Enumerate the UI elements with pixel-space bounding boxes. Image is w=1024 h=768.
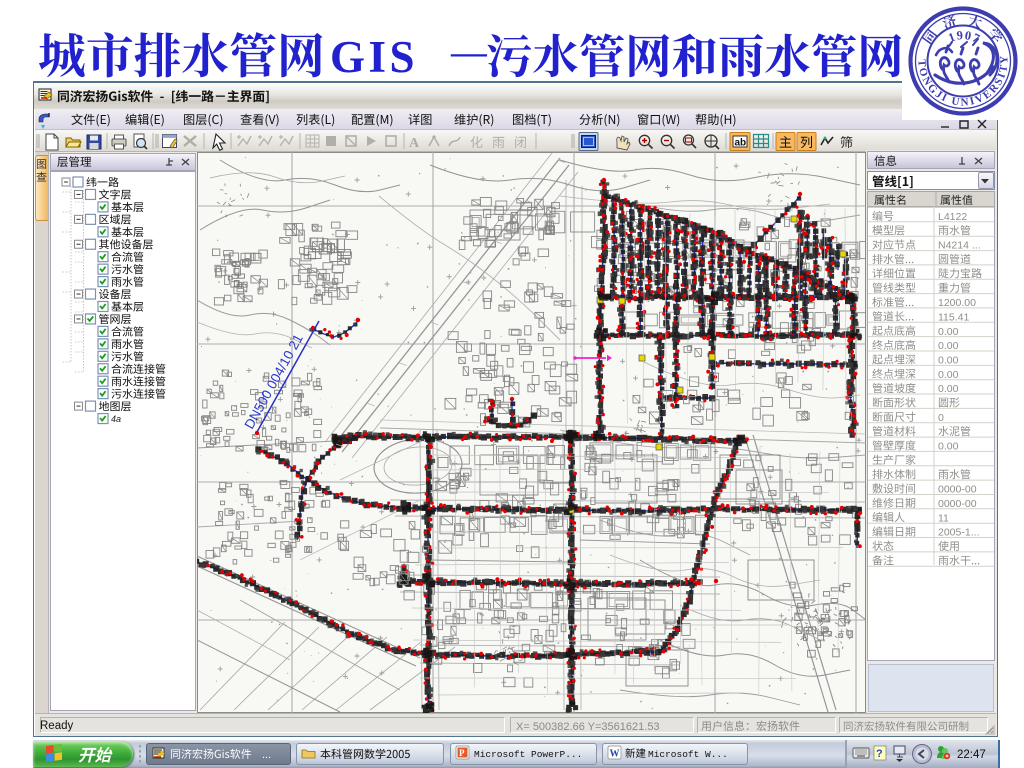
svg-text:0.00: 0.00 xyxy=(938,383,959,395)
svg-text:X= 500382.66 Y=3561621.53: X= 500382.66 Y=3561621.53 xyxy=(516,721,660,733)
svg-text:0: 0 xyxy=(938,412,944,424)
svg-text:A: A xyxy=(409,136,420,151)
svg-text:GIS: GIS xyxy=(330,32,418,82)
svg-text:W: W xyxy=(610,749,620,760)
svg-text:ab: ab xyxy=(735,138,747,149)
svg-text:P: P xyxy=(459,748,465,758)
svg-text:11: 11 xyxy=(938,512,949,524)
svg-text:0.00: 0.00 xyxy=(938,369,959,381)
svg-text:Microsoft W...: Microsoft W... xyxy=(648,749,728,760)
svg-text:4a: 4a xyxy=(111,414,121,424)
svg-text:0.00: 0.00 xyxy=(938,441,959,453)
svg-text:0.00: 0.00 xyxy=(938,326,959,338)
svg-text:0000-00: 0000-00 xyxy=(938,498,977,510)
svg-text:L4122: L4122 xyxy=(938,211,967,223)
svg-text:22:47: 22:47 xyxy=(957,749,986,761)
svg-text:?: ? xyxy=(876,748,883,760)
svg-text:115.41: 115.41 xyxy=(938,311,969,323)
svg-text:0.00: 0.00 xyxy=(938,355,959,367)
svg-text:...: ... xyxy=(262,749,271,761)
svg-text:0000-00: 0000-00 xyxy=(938,484,977,496)
svg-text:0.00: 0.00 xyxy=(938,340,959,352)
svg-text:Ready: Ready xyxy=(40,720,73,732)
svg-text:2005-1...: 2005-1... xyxy=(938,527,979,539)
svg-text:1200.00: 1200.00 xyxy=(938,297,976,309)
svg-text:N4214 ...: N4214 ... xyxy=(938,240,981,252)
svg-text:Microsoft PowerP...: Microsoft PowerP... xyxy=(474,749,582,760)
